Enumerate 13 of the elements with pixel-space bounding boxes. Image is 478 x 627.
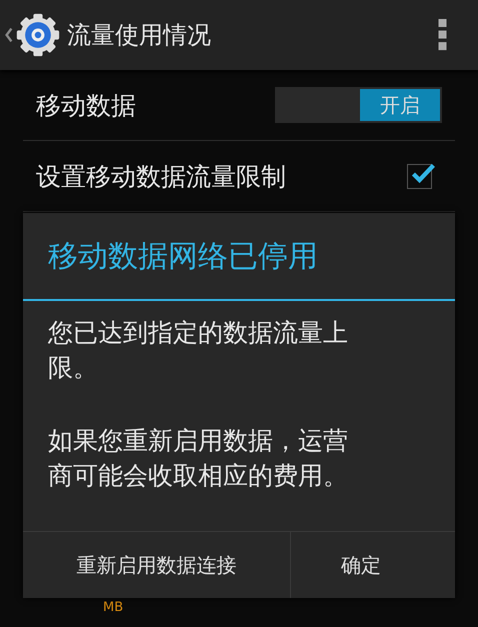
setting-label: 移动数据: [36, 90, 136, 122]
unit-label: MB: [103, 600, 124, 615]
dialog-button[interactable]: 确定: [291, 532, 431, 598]
dialog-message: 如果您重新启用数据，运营商可能会收取相应的费用。: [48, 425, 349, 492]
checkbox[interactable]: [407, 164, 432, 188]
setting-label: 设置移动数据流量限制: [36, 160, 286, 192]
gear-icon[interactable]: [15, 12, 61, 58]
dialog-title: 移动数据网络已停用: [23, 213, 455, 302]
back-chevron-icon[interactable]: [5, 26, 13, 44]
dialog-message: 您已达到指定的数据流量上限。: [48, 317, 349, 384]
overflow-menu-icon[interactable]: [438, 19, 447, 51]
screen-title: 流量使用情况: [67, 20, 212, 51]
dialog-button[interactable]: 重新启用数据连接: [23, 532, 291, 598]
